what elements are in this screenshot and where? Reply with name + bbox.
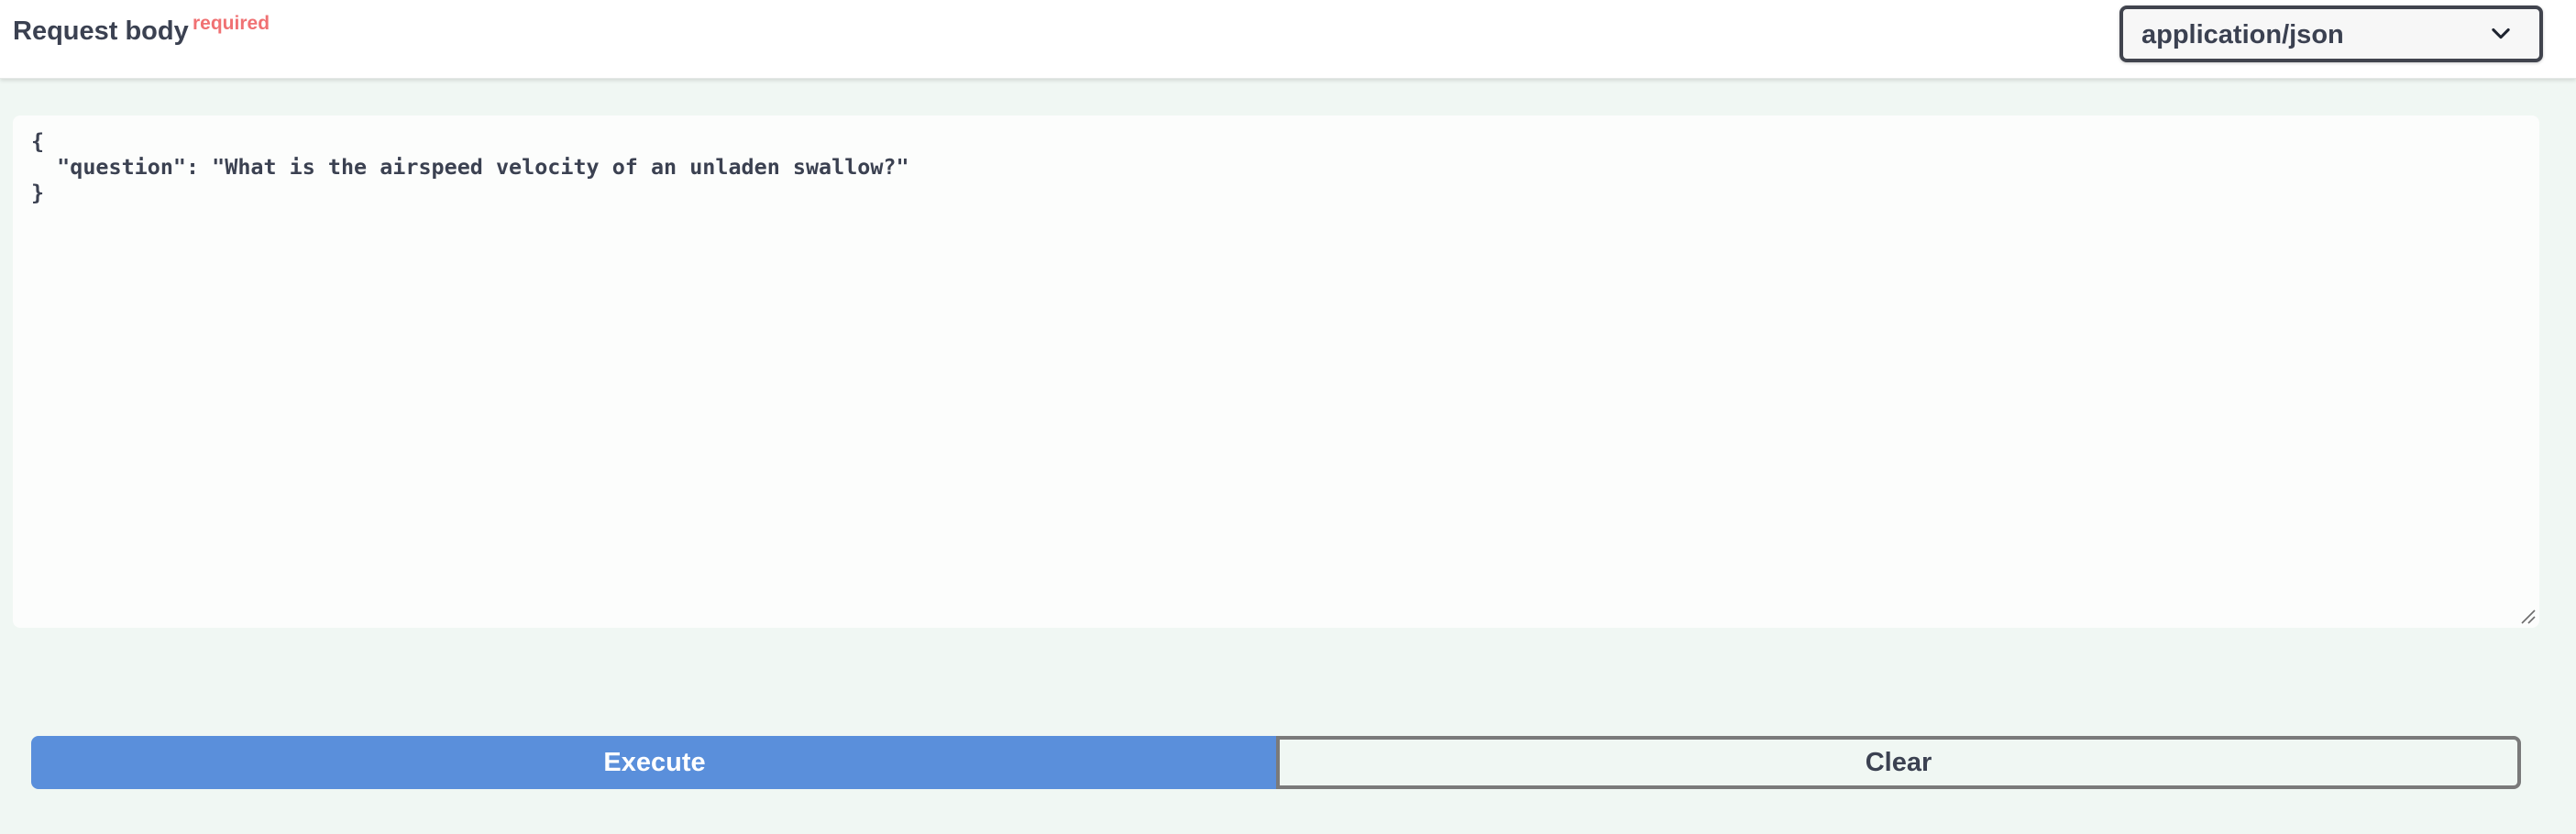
execute-button[interactable]: Execute: [31, 736, 1278, 789]
clear-button[interactable]: Clear: [1276, 736, 2521, 789]
content-type-select[interactable]: application/json: [2119, 5, 2543, 62]
chevron-down-icon: [2492, 27, 2510, 39]
request-body-text[interactable]: { "question": "What is the airspeed velo…: [31, 128, 909, 205]
required-label: required: [193, 13, 270, 34]
request-body-header: Request body required application/json: [0, 0, 2576, 79]
request-body-editor[interactable]: { "question": "What is the airspeed velo…: [13, 115, 2539, 628]
request-body-title: Request body: [13, 16, 189, 46]
resize-handle-icon[interactable]: [2519, 608, 2536, 624]
content-type-value: application/json: [2141, 20, 2344, 49]
